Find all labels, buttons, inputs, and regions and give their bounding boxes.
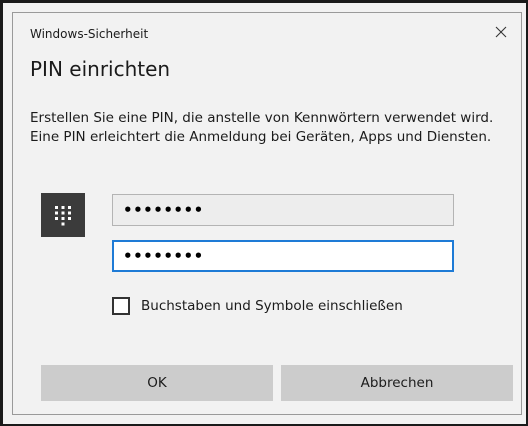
title-bar: Windows-Sicherheit bbox=[13, 13, 521, 49]
confirm-pin-field[interactable] bbox=[112, 240, 454, 272]
ok-button[interactable]: OK bbox=[41, 365, 273, 401]
include-letters-symbols-label: Buchstaben und Symbole einschließen bbox=[141, 298, 403, 314]
dialog-heading: PIN einrichten bbox=[30, 57, 171, 81]
app-title: Windows-Sicherheit bbox=[30, 27, 149, 41]
cancel-button[interactable]: Abbrechen bbox=[281, 365, 513, 401]
dialog-description: Erstellen Sie eine PIN, die anstelle von… bbox=[30, 110, 494, 145]
include-letters-symbols-checkbox[interactable] bbox=[112, 297, 130, 315]
close-button[interactable] bbox=[481, 16, 521, 48]
pin-setup-dialog: Windows-Sicherheit PIN einrichten Erstel… bbox=[12, 12, 522, 415]
include-letters-symbols-option[interactable]: Buchstaben und Symbole einschließen bbox=[112, 297, 403, 315]
screen-frame: Windows-Sicherheit PIN einrichten Erstel… bbox=[0, 0, 528, 426]
close-icon bbox=[495, 26, 507, 38]
new-pin-field[interactable] bbox=[112, 194, 454, 226]
keypad-icon bbox=[41, 193, 85, 237]
